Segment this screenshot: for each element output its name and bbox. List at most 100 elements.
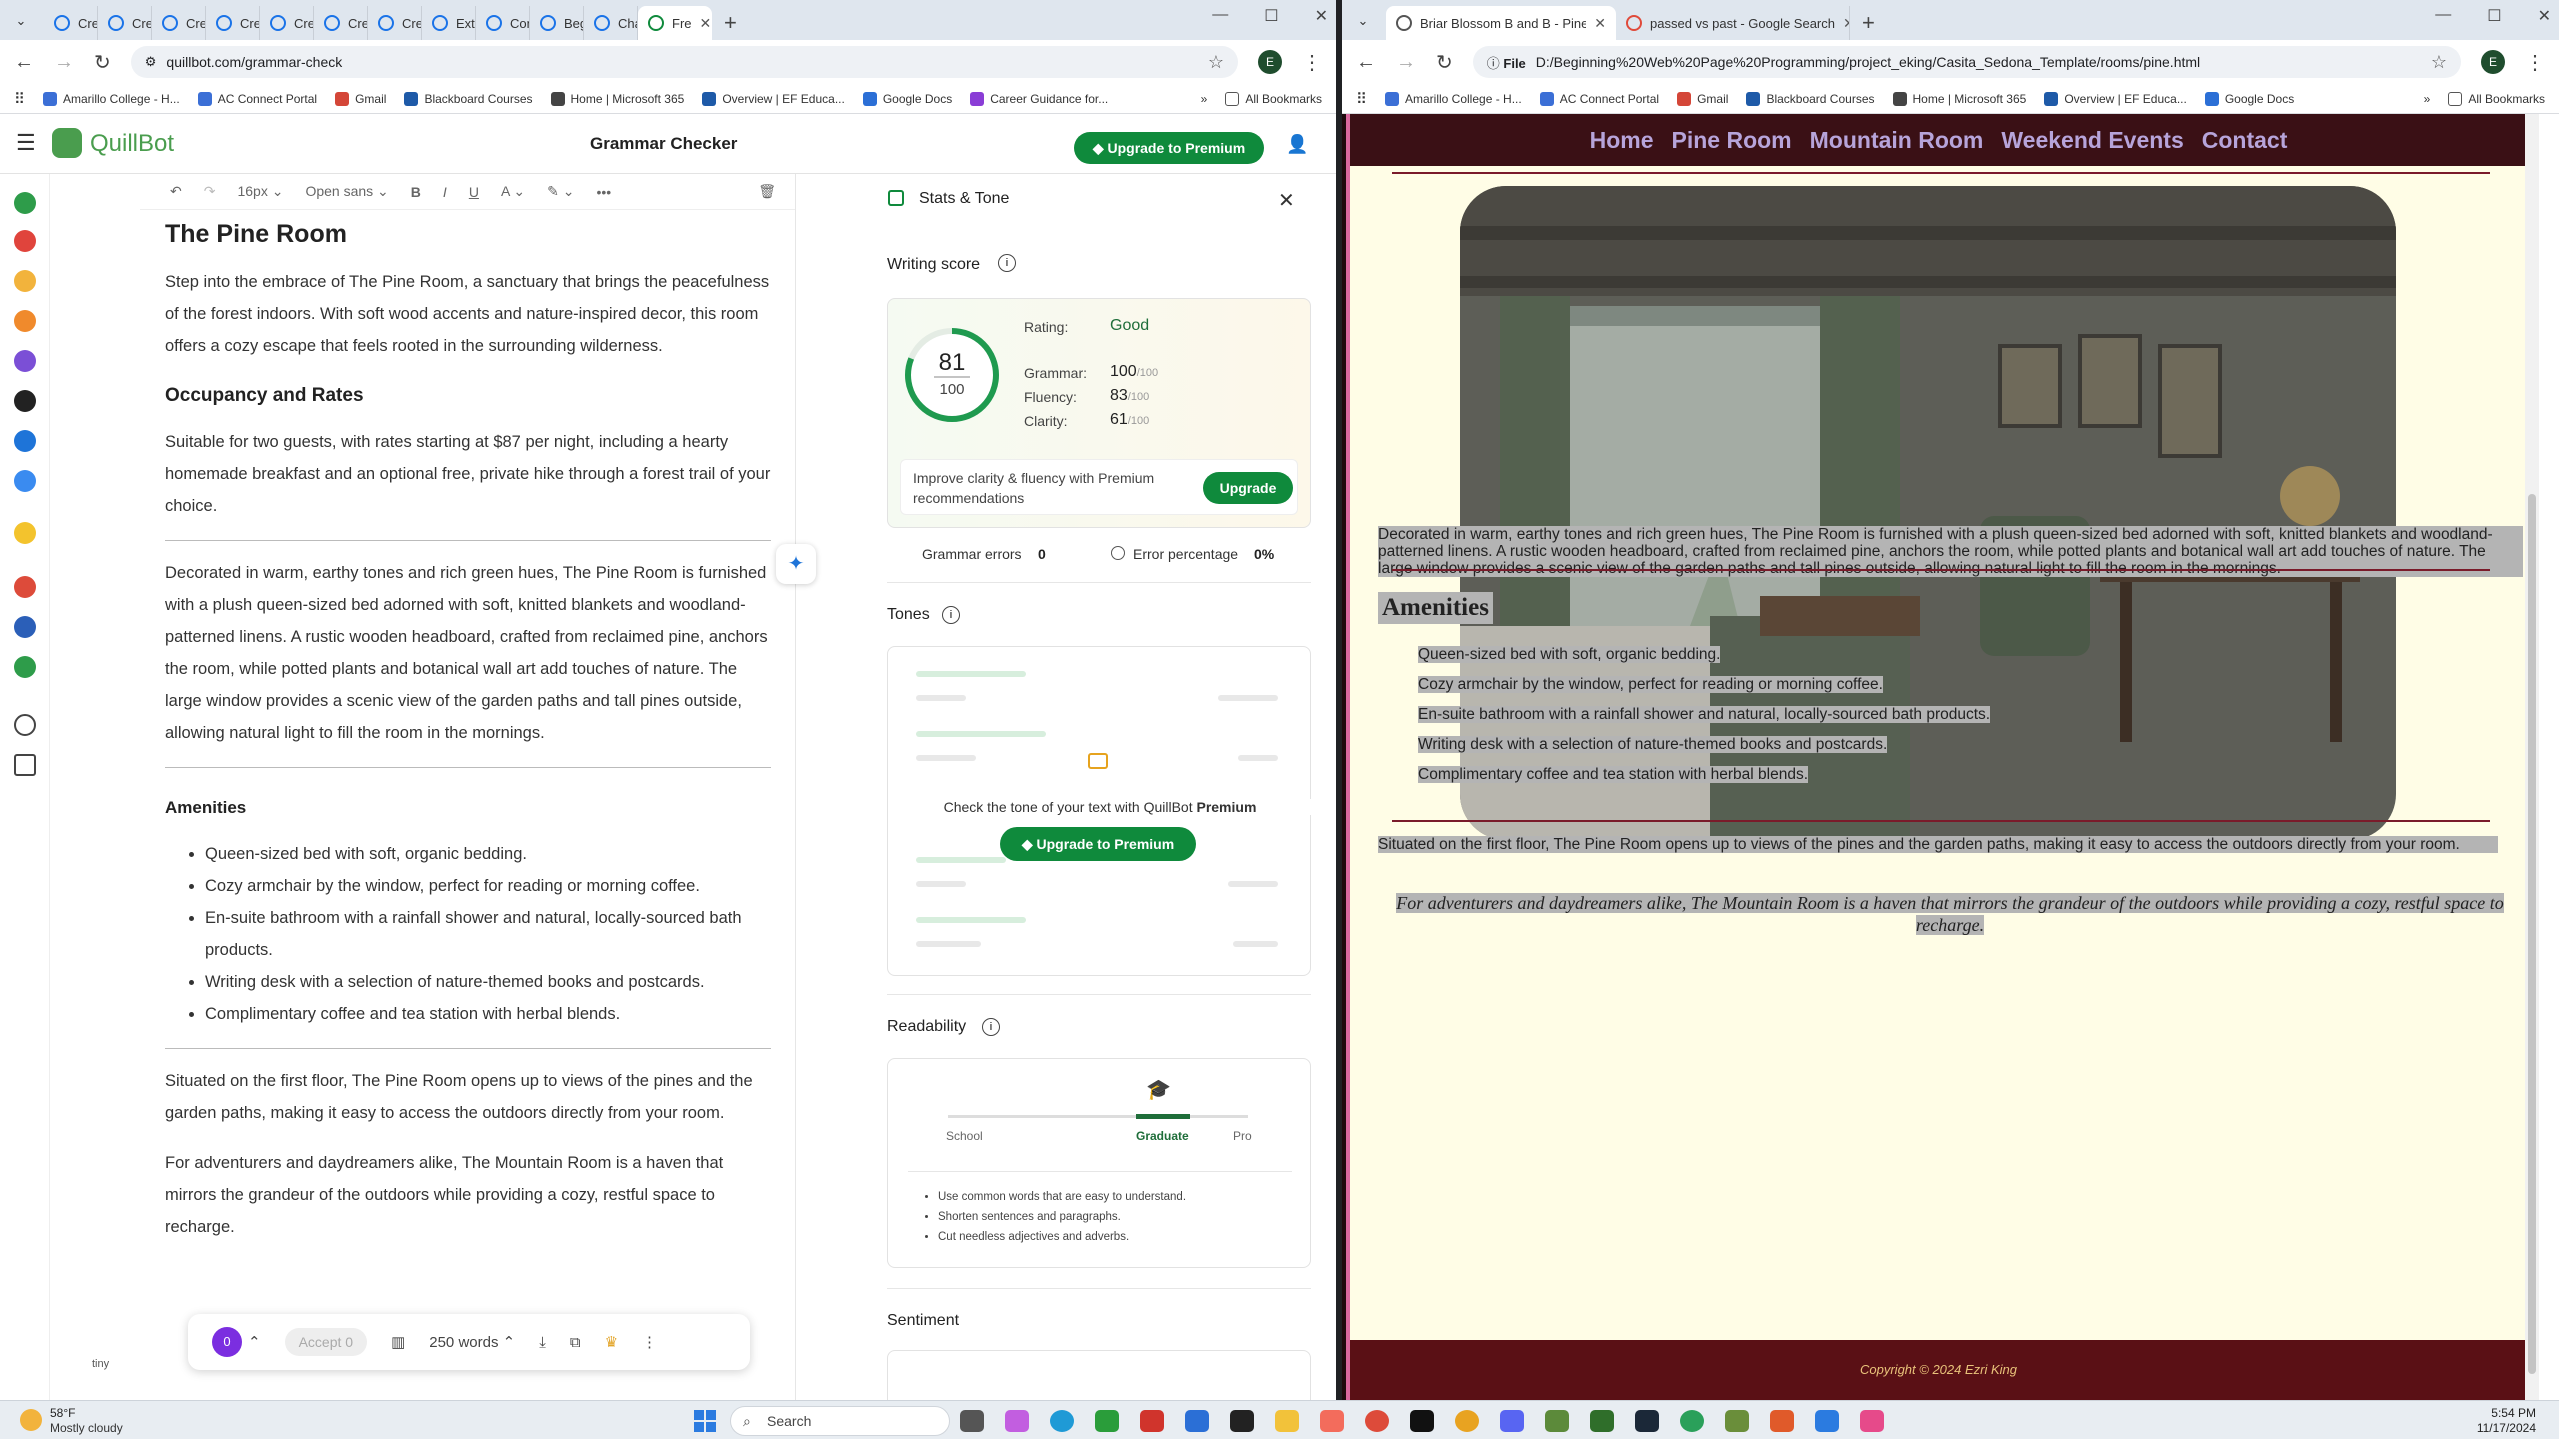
maximize-icon[interactable]: ☐ xyxy=(2487,6,2501,26)
scrollbar[interactable] xyxy=(2525,114,2539,1400)
bookmark-star-icon[interactable]: ☆ xyxy=(2431,52,2447,73)
forward-icon[interactable]: → xyxy=(1396,51,1416,74)
minimize-icon[interactable]: — xyxy=(1212,6,1228,26)
clock-date[interactable]: 11/17/2024 xyxy=(2466,1421,2536,1435)
profile-avatar[interactable]: E xyxy=(1258,50,1282,74)
tab-8[interactable]: Content xyxy=(476,6,530,40)
bookmark-item[interactable]: AC Connect Portal xyxy=(197,91,317,106)
underline-icon[interactable]: U xyxy=(469,184,479,200)
highlight-icon[interactable]: ✎ ⌄ xyxy=(547,183,574,200)
bold-icon[interactable]: B xyxy=(411,184,421,200)
close-panel-icon[interactable]: ✕ xyxy=(1278,188,1295,213)
redo-icon[interactable]: ↷ xyxy=(204,183,216,200)
apps-icon[interactable]: ⠿ xyxy=(1356,90,1367,108)
reload-icon[interactable]: ↻ xyxy=(94,50,111,75)
bookmark-item[interactable]: Career Guidance for... xyxy=(970,91,1108,106)
bookmarks-overflow-icon[interactable]: » xyxy=(1201,92,1208,106)
paraphraser-icon[interactable] xyxy=(14,192,36,214)
editor-content[interactable]: The Pine Room Step into the embrace of T… xyxy=(165,218,776,1261)
chrome-icon[interactable] xyxy=(1365,1410,1389,1432)
all-bookmarks[interactable]: All Bookmarks xyxy=(1225,91,1322,106)
bookmark-item[interactable]: Blackboard Courses xyxy=(404,91,533,106)
tones-info-icon[interactable]: i xyxy=(942,606,960,624)
tab-1[interactable]: Cre xyxy=(98,6,152,40)
app-icon[interactable] xyxy=(1860,1410,1884,1432)
menu-icon[interactable]: ⋮ xyxy=(1302,50,1322,75)
upgrade-button[interactable]: Upgrade xyxy=(1203,472,1293,504)
upgrade-premium-button[interactable]: ◆ Upgrade to Premium xyxy=(1074,132,1264,164)
undo-icon[interactable]: ↶ xyxy=(170,183,182,200)
forward-icon[interactable]: → xyxy=(54,51,74,74)
bookmark-item[interactable]: Gmail xyxy=(335,91,386,106)
account-icon[interactable]: 👤 xyxy=(1286,134,1308,155)
bookmarks-overflow-icon[interactable]: » xyxy=(2424,92,2431,106)
store-icon[interactable] xyxy=(1185,1410,1209,1432)
app-icon[interactable] xyxy=(1410,1410,1434,1432)
tab-google-search[interactable]: passed vs past - Google Search✕ xyxy=(1616,6,1850,40)
readability-info-icon[interactable]: i xyxy=(982,1018,1000,1036)
back-icon[interactable]: ← xyxy=(1356,51,1376,74)
grammar-checker-icon[interactable] xyxy=(14,230,36,252)
all-bookmarks[interactable]: All Bookmarks xyxy=(2448,91,2545,106)
word-count[interactable]: 250 words ⌃ xyxy=(429,1333,515,1351)
bookmark-item[interactable]: Amarillo College - H... xyxy=(1385,91,1522,106)
tab-9[interactable]: Beginni xyxy=(530,6,584,40)
close-icon[interactable]: ✕ xyxy=(1315,6,1328,26)
word-addin-icon[interactable] xyxy=(14,616,36,638)
tab-5[interactable]: Cre xyxy=(314,6,368,40)
copilot-icon[interactable] xyxy=(1005,1410,1029,1432)
taskbar-search[interactable]: ⌕ Search xyxy=(730,1406,950,1436)
new-tab-button[interactable]: + xyxy=(1850,6,1887,40)
chrome-extension-icon[interactable] xyxy=(14,576,36,598)
maximize-icon[interactable]: ☐ xyxy=(1264,6,1278,26)
bookmark-item[interactable]: Google Docs xyxy=(862,91,952,106)
address-bar[interactable]: ⚙ quillbot.com/grammar-check ☆ xyxy=(130,46,1238,78)
profile-avatar[interactable]: E xyxy=(2481,50,2505,74)
task-view-icon[interactable] xyxy=(960,1410,984,1432)
clock-time[interactable]: 5:54 PM xyxy=(2476,1406,2536,1420)
tab-10[interactable]: Chapte xyxy=(584,6,638,40)
summarizer-icon[interactable] xyxy=(14,350,36,372)
nav-weekend-events[interactable]: Weekend Events xyxy=(2001,127,2183,154)
font-size-select[interactable]: 16px ⌄ xyxy=(237,183,283,200)
back-icon[interactable]: ← xyxy=(14,51,34,74)
premium-icon[interactable] xyxy=(14,522,36,544)
app-icon[interactable] xyxy=(1770,1410,1794,1432)
tones-upgrade-button[interactable]: ◆ Upgrade to Premium xyxy=(1000,827,1196,861)
app-icon[interactable] xyxy=(1140,1410,1164,1432)
plagiarism-icon[interactable] xyxy=(14,310,36,332)
tab-2[interactable]: Cre xyxy=(152,6,206,40)
tab-4[interactable]: Cre xyxy=(260,6,314,40)
tab-search-icon[interactable]: ⌄ xyxy=(10,10,32,32)
suggestion-count-badge[interactable]: 0 ⌃ xyxy=(212,1327,261,1357)
reload-icon[interactable]: ↻ xyxy=(1436,50,1453,75)
quillbot-logo-text[interactable]: QuillBot xyxy=(90,130,174,158)
chrome-icon[interactable] xyxy=(1455,1410,1479,1432)
minimize-icon[interactable]: — xyxy=(2435,6,2451,26)
quillbot-logo-icon[interactable] xyxy=(52,128,82,158)
stats-icon[interactable]: ▥ xyxy=(391,1333,405,1351)
text-color-icon[interactable]: A ⌄ xyxy=(501,183,525,200)
chrome-icon[interactable] xyxy=(1680,1410,1704,1432)
flow-icon[interactable] xyxy=(14,470,36,492)
bookmark-item[interactable]: Overview | EF Educa... xyxy=(702,91,845,106)
more-options-icon[interactable]: ⋮ xyxy=(642,1333,657,1351)
close-tab-icon[interactable]: ✕ xyxy=(1843,15,1849,32)
menu-icon[interactable]: ⋮ xyxy=(2525,50,2545,75)
nav-mountain-room[interactable]: Mountain Room xyxy=(1810,127,1984,154)
bookmark-item[interactable]: Overview | EF Educa... xyxy=(2044,91,2187,106)
minecraft-icon[interactable] xyxy=(1545,1410,1569,1432)
new-tab-button[interactable]: + xyxy=(712,6,749,40)
bookmark-item[interactable]: Blackboard Courses xyxy=(1746,91,1875,106)
tab-3[interactable]: Cre xyxy=(206,6,260,40)
app-icon[interactable] xyxy=(1815,1410,1839,1432)
tab-11[interactable]: Fre ✕ xyxy=(638,6,712,40)
bookmark-item[interactable]: Amarillo College - H... xyxy=(43,91,180,106)
bookmark-item[interactable]: Google Docs xyxy=(2204,91,2294,106)
delete-icon[interactable]: 🗑 xyxy=(758,183,776,200)
bookmark-item[interactable]: Home | Microsoft 365 xyxy=(1892,91,2026,106)
bookmark-item[interactable]: Home | Microsoft 365 xyxy=(550,91,684,106)
bookmark-item[interactable]: Gmail xyxy=(1677,91,1728,106)
info-icon[interactable]: i xyxy=(998,254,1016,272)
more-icon[interactable]: ••• xyxy=(596,184,611,200)
